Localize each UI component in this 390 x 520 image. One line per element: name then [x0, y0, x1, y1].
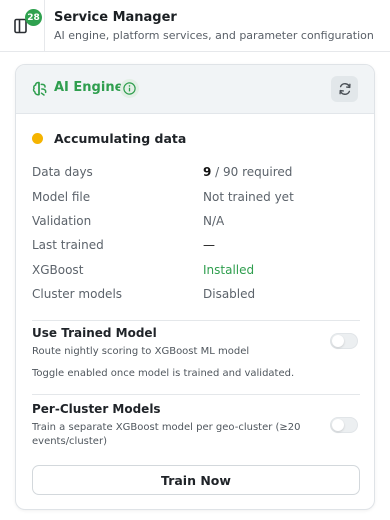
row-data-days: Data days 9 / 90 required — [32, 165, 362, 183]
row-label: Cluster models — [32, 287, 123, 301]
info-icon[interactable] — [120, 79, 139, 98]
app-header: 28 Service Manager AI engine, platform s… — [0, 0, 390, 52]
row-value: 9 / 90 required — [203, 165, 293, 179]
use-trained-model-desc: Route nightly scoring to XGBoost ML mode… — [32, 346, 250, 357]
row-cluster-models: Cluster models Disabled — [32, 287, 362, 305]
row-value: Not trained yet — [203, 190, 294, 204]
row-model-file: Model file Not trained yet — [32, 190, 362, 208]
brain-icon — [32, 81, 47, 96]
card-header: AI Engine — [16, 65, 374, 114]
per-cluster-models-toggle[interactable] — [330, 417, 358, 433]
status-text: Accumulating data — [54, 130, 187, 146]
use-trained-model-title: Use Trained Model — [32, 326, 157, 340]
notification-badge: 28 — [25, 9, 42, 26]
row-label: Validation — [32, 214, 92, 228]
page-title: Service Manager — [54, 10, 177, 25]
toggle-knob — [332, 419, 344, 431]
card-title: AI Engine — [54, 80, 124, 95]
use-trained-model-note: Toggle enabled once model is trained and… — [32, 368, 295, 379]
ai-engine-card: AI Engine Accumulating data Data days 9 … — [15, 64, 375, 510]
row-label: XGBoost — [32, 263, 84, 277]
refresh-button[interactable] — [331, 76, 358, 102]
page-subtitle: AI engine, platform services, and parame… — [54, 29, 374, 42]
train-now-button[interactable]: Train Now — [32, 465, 360, 495]
row-value: N/A — [203, 214, 225, 228]
row-label: Model file — [32, 190, 91, 204]
status-indicator: Accumulating data — [32, 130, 186, 146]
status-dot — [32, 132, 43, 144]
row-label: Data days — [32, 165, 93, 179]
per-cluster-models-title: Per-Cluster Models — [32, 402, 161, 416]
row-xgboost: XGBoost Installed — [32, 263, 362, 281]
row-last-trained: Last trained — — [32, 238, 362, 256]
per-cluster-models-desc: Train a separate XGBoost model per geo-c… — [32, 422, 301, 447]
sidebar-toggle[interactable]: 28 — [0, 0, 45, 52]
divider — [32, 394, 360, 395]
refresh-icon — [338, 83, 351, 95]
row-value: Disabled — [203, 287, 256, 301]
row-value: Installed — [203, 263, 255, 277]
divider — [32, 320, 360, 321]
row-label: Last trained — [32, 238, 104, 252]
use-trained-model-toggle[interactable] — [330, 333, 358, 349]
row-value: — — [203, 238, 215, 252]
toggle-knob — [332, 335, 344, 347]
row-validation: Validation N/A — [32, 214, 362, 232]
